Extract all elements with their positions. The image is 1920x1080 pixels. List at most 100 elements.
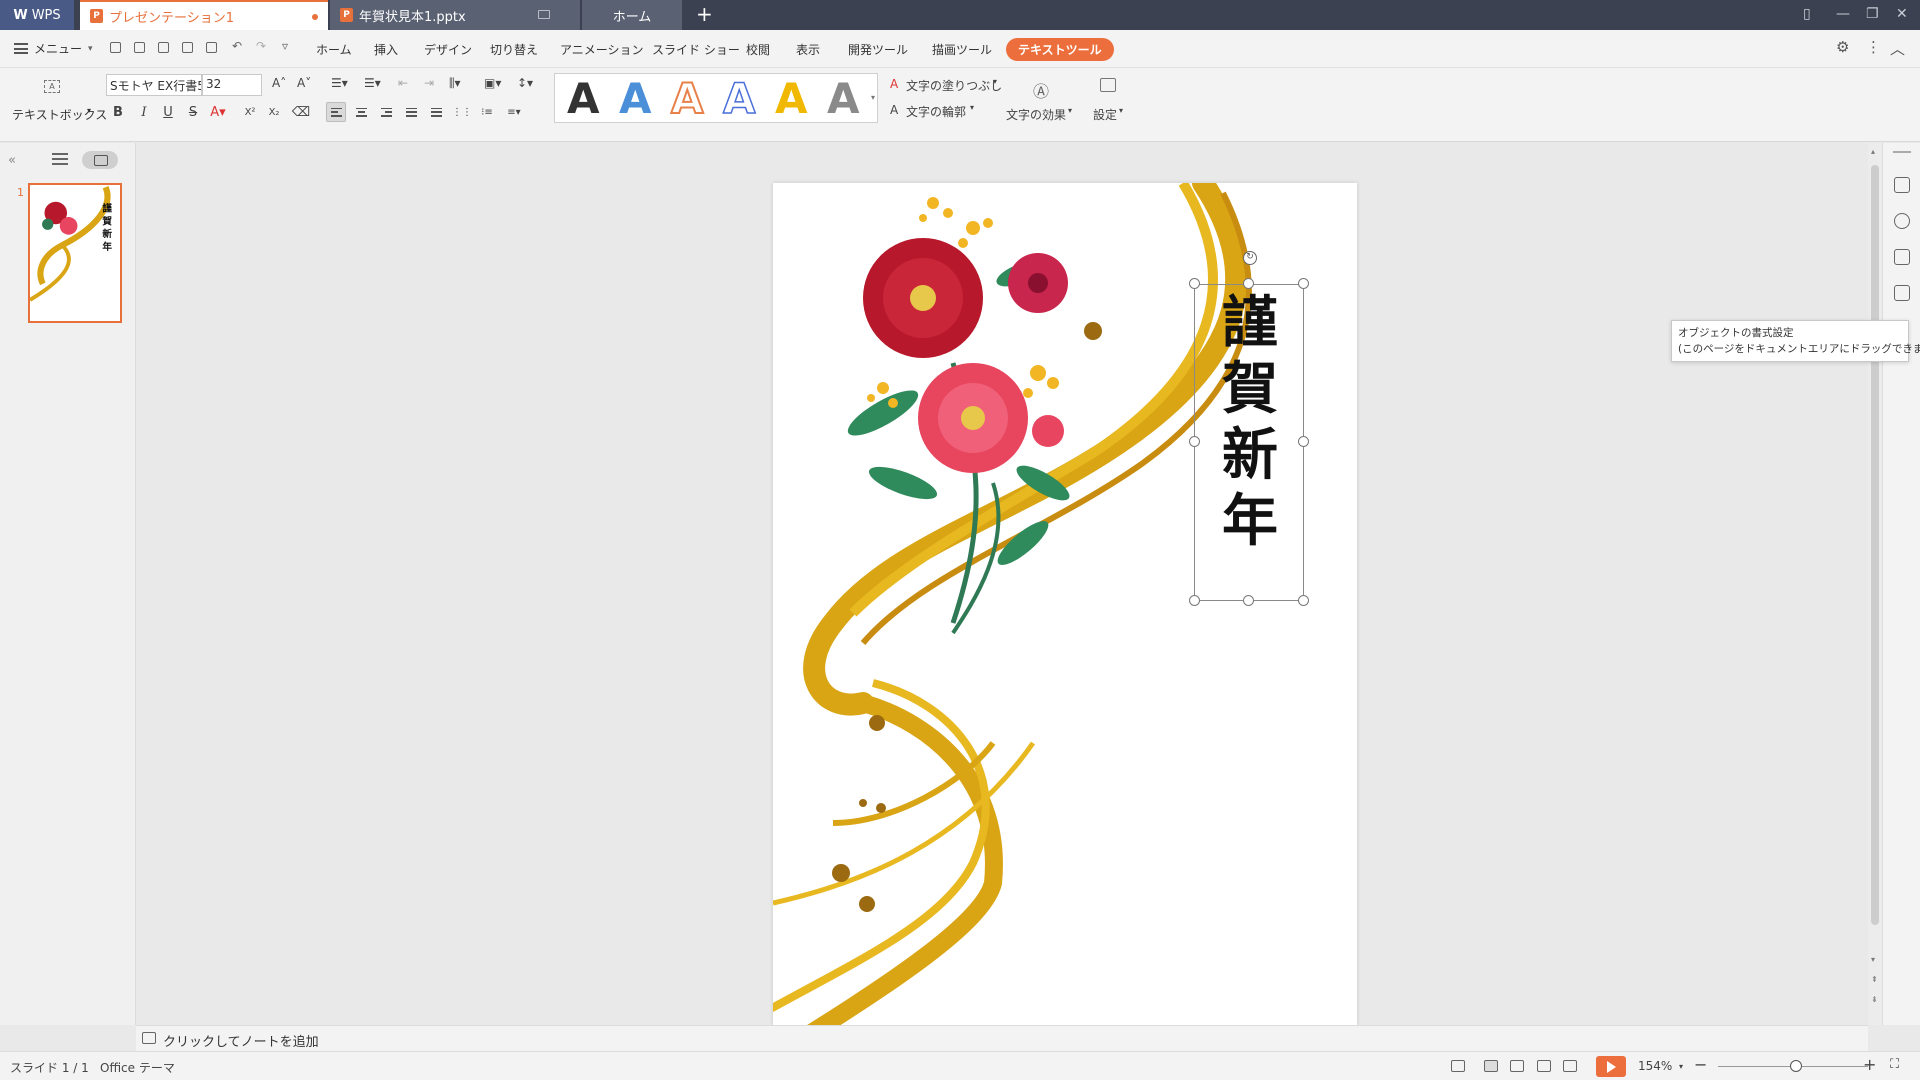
zoom-in-icon[interactable]: +	[1863, 1055, 1876, 1074]
bold-button[interactable]: B	[108, 102, 128, 122]
resize-handle-w[interactable]	[1189, 436, 1200, 447]
collapse-ribbon-icon[interactable]: ︿	[1890, 38, 1905, 59]
notes-pane[interactable]: クリックしてノートを追加	[136, 1025, 1868, 1051]
animation-pane-icon[interactable]	[1894, 177, 1910, 193]
wps-home-tab[interactable]: W WPS	[0, 0, 74, 30]
gear-icon[interactable]: ⚙	[1836, 38, 1849, 56]
more-options-icon[interactable]: ⋮	[1866, 38, 1881, 56]
zoom-out-icon[interactable]: −	[1694, 1055, 1707, 1074]
zoom-level[interactable]: 154%	[1638, 1059, 1672, 1073]
scroll-down-icon[interactable]: ▾	[1871, 955, 1875, 964]
menu-item-view[interactable]: 表示	[796, 41, 820, 58]
zoom-slider-knob[interactable]	[1790, 1060, 1802, 1072]
menu-item-text-tools[interactable]: テキストツール	[1006, 38, 1114, 61]
new-tab-button[interactable]: +	[696, 4, 713, 24]
clear-format-icon[interactable]: ⌫	[291, 102, 311, 122]
increase-indent-icon[interactable]: ⇥	[424, 76, 434, 90]
resize-handle-e[interactable]	[1298, 436, 1309, 447]
print-icon[interactable]	[182, 42, 193, 53]
font-grow-icon[interactable]: A˄	[272, 76, 286, 90]
rotate-handle-icon[interactable]: ↻	[1243, 251, 1257, 265]
slide-thumbnail-1[interactable]: 謹賀新年	[28, 183, 122, 323]
font-name-select[interactable]: Sモトヤ EX行書5	[106, 74, 202, 96]
collapse-panel-icon[interactable]: «	[8, 153, 16, 168]
menu-item-insert[interactable]: 挿入	[374, 41, 398, 58]
notes-toggle-icon[interactable]	[1451, 1060, 1465, 1072]
subscript-button[interactable]: X₂	[264, 102, 284, 122]
resize-handle-s[interactable]	[1243, 595, 1254, 606]
menu-item-animation[interactable]: アニメーション	[560, 41, 644, 58]
font-size-select[interactable]: 32	[202, 74, 262, 96]
undo-icon[interactable]: ↶	[232, 39, 242, 53]
column-icon[interactable]: ⋮⋮	[452, 102, 472, 122]
reading-view-icon[interactable]	[1537, 1060, 1551, 1072]
sidebar-toggle-icon[interactable]: ▯	[1803, 6, 1811, 22]
image-pane-icon[interactable]	[1894, 249, 1910, 265]
numbered-list-icon[interactable]: ☰▾	[364, 76, 381, 90]
text-style-blue-outline[interactable]: A	[722, 76, 756, 122]
slide-view-toggle[interactable]	[82, 151, 118, 169]
save-as-icon[interactable]	[158, 42, 169, 53]
resize-handle-ne[interactable]	[1298, 278, 1309, 289]
menu-item-drawing-tools[interactable]: 描画ツール	[932, 41, 992, 58]
font-shrink-icon[interactable]: A˅	[297, 76, 311, 90]
scroll-up-icon[interactable]: ▴	[1871, 147, 1875, 156]
save-icon[interactable]	[134, 42, 145, 53]
text-style-orange-outline[interactable]: A	[670, 76, 704, 122]
object-format-icon[interactable]	[1894, 285, 1910, 301]
tab-nengajo-sample[interactable]: P 年賀状見本1.pptx	[330, 0, 580, 30]
numbering-format-icon[interactable]: ⁝≡	[477, 102, 497, 122]
next-slide-icon[interactable]: ⇟	[1871, 995, 1878, 1004]
monitor-icon[interactable]	[538, 10, 550, 19]
slide-sorter-icon[interactable]	[1510, 1060, 1524, 1072]
vertical-scrollbar[interactable]: ▴ ▾ ⇞ ⇟	[1868, 143, 1882, 1025]
text-style-blue[interactable]: A	[619, 77, 652, 121]
menu-item-transitions[interactable]: 切り替え	[490, 41, 538, 58]
greeting-vertical-text[interactable]: 謹 賀 新 年	[1212, 290, 1288, 554]
resize-handle-n[interactable]	[1243, 278, 1254, 289]
print-preview-icon[interactable]	[206, 42, 217, 53]
outline-view-icon[interactable]	[52, 153, 68, 165]
distribute-button[interactable]	[426, 102, 446, 122]
gallery-expand-icon[interactable]: ▾	[868, 74, 878, 122]
align-center-button[interactable]	[351, 102, 371, 122]
start-slideshow-button[interactable]	[1596, 1056, 1626, 1077]
text-style-gold[interactable]: A	[775, 77, 808, 121]
menu-item-slideshow[interactable]: スライド ショー	[652, 41, 740, 58]
tab-presentation1[interactable]: P プレゼンテーション1	[80, 0, 328, 30]
text-style-gray[interactable]: A	[827, 77, 860, 121]
decrease-indent-icon[interactable]: ⇤	[398, 76, 408, 90]
open-icon[interactable]	[110, 42, 121, 53]
justify-button[interactable]	[401, 102, 421, 122]
strikethrough-button[interactable]: S	[183, 102, 203, 122]
main-menu-button[interactable]: メニュー ▾	[14, 40, 93, 57]
menu-item-developer[interactable]: 開発ツール	[848, 41, 908, 58]
minimize-icon[interactable]: —	[1836, 6, 1850, 22]
menu-item-design[interactable]: デザイン	[424, 41, 472, 58]
restore-icon[interactable]: ❐	[1866, 6, 1879, 22]
align-left-button[interactable]	[326, 102, 346, 122]
underline-button[interactable]: U	[158, 102, 178, 122]
redo-icon[interactable]: ↷	[256, 39, 266, 53]
scrollbar-thumb[interactable]	[1871, 165, 1879, 925]
italic-button[interactable]: I	[134, 102, 154, 122]
customize-qa-icon[interactable]: ▿	[282, 39, 288, 53]
align-text-icon[interactable]: ▣▾	[484, 76, 501, 90]
effects-star-icon[interactable]	[1894, 213, 1910, 229]
tab-home[interactable]: ホーム	[582, 0, 682, 30]
text-direction-icon[interactable]: ⫼▾	[449, 76, 461, 91]
superscript-button[interactable]: X²	[240, 102, 260, 122]
theme-name[interactable]: Office テーマ	[100, 1059, 175, 1076]
paragraph-icon[interactable]: ≡▾	[504, 102, 524, 122]
line-spacing-icon[interactable]: ↕▾	[517, 76, 533, 90]
menu-item-home[interactable]: ホーム	[316, 41, 352, 58]
close-icon[interactable]: ✕	[1896, 6, 1908, 22]
normal-view-icon[interactable]	[1484, 1060, 1498, 1072]
font-color-button[interactable]: A▾	[208, 102, 228, 122]
record-icon[interactable]	[1563, 1060, 1577, 1072]
text-style-black[interactable]: A	[567, 77, 600, 121]
align-right-button[interactable]	[376, 102, 396, 122]
fit-to-window-icon[interactable]: ⛶	[1890, 1057, 1899, 1072]
resize-handle-nw[interactable]	[1189, 278, 1200, 289]
resize-handle-sw[interactable]	[1189, 595, 1200, 606]
